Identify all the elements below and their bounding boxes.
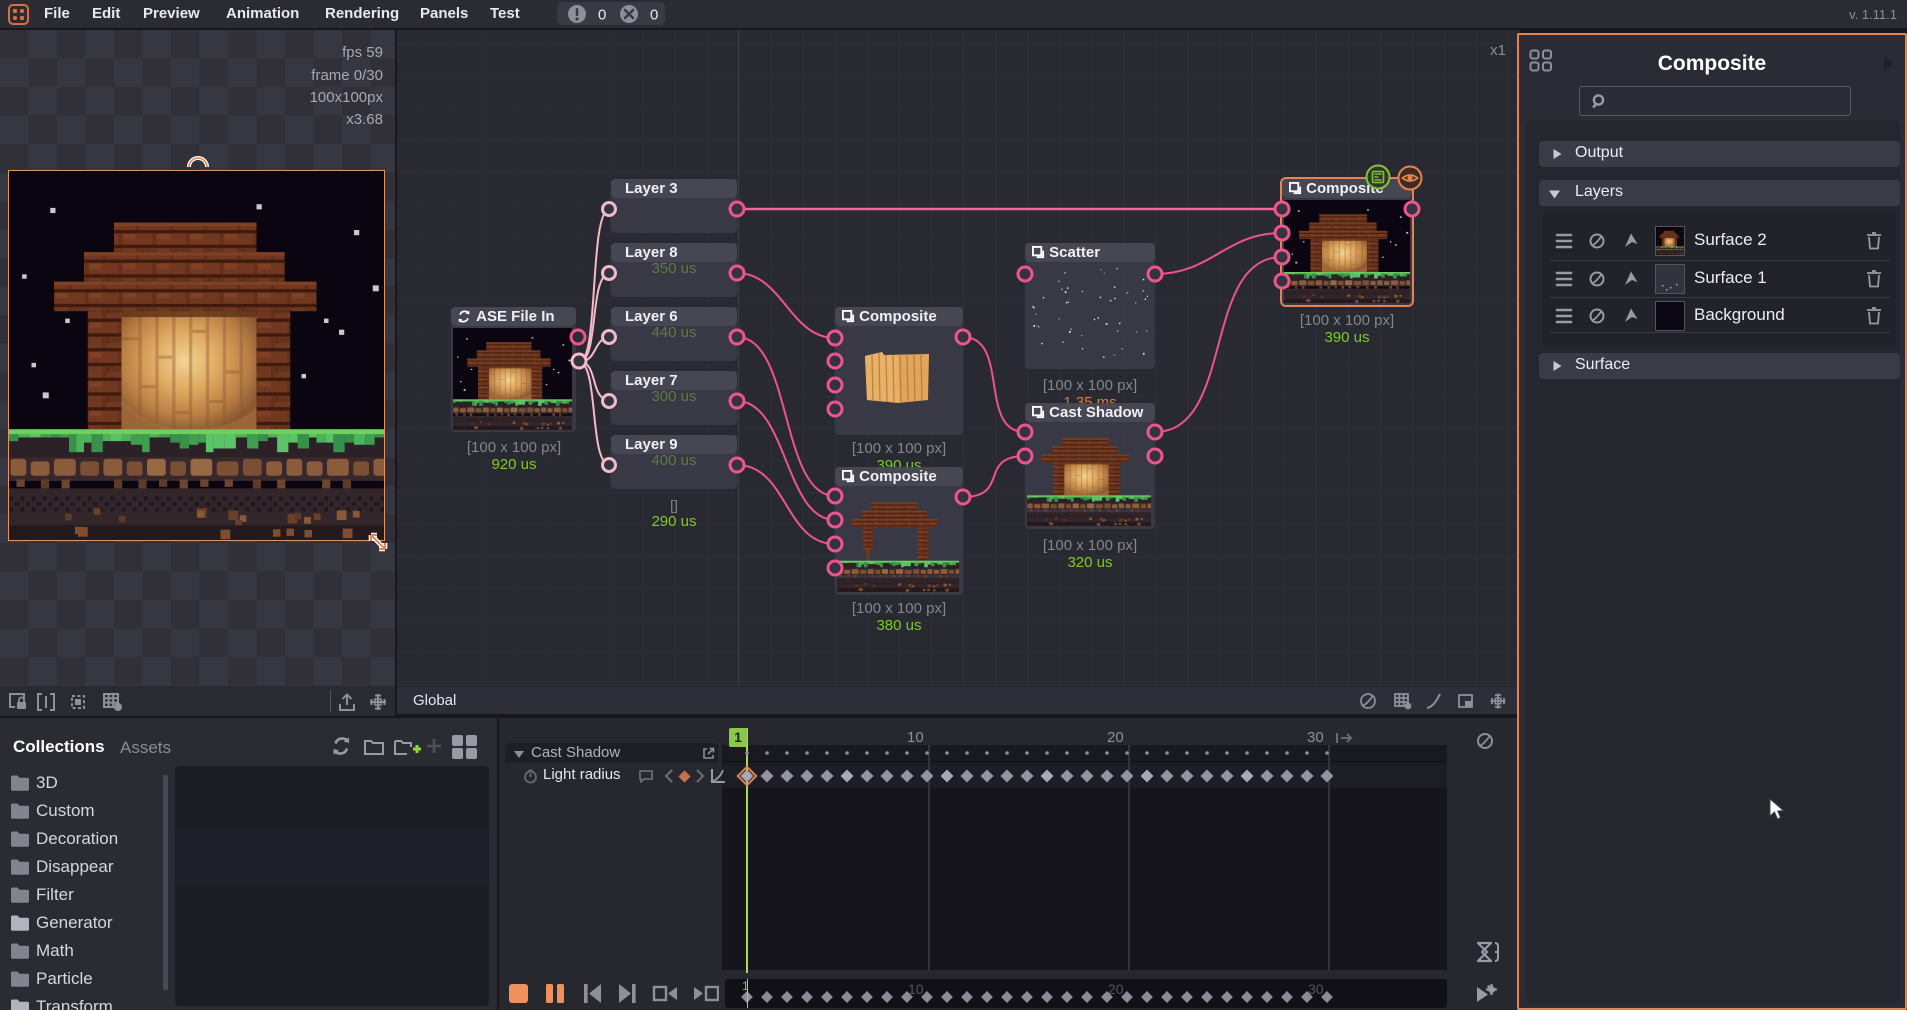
svg-text:0: 0 (598, 7, 606, 24)
svg-text:0: 0 (650, 7, 658, 24)
